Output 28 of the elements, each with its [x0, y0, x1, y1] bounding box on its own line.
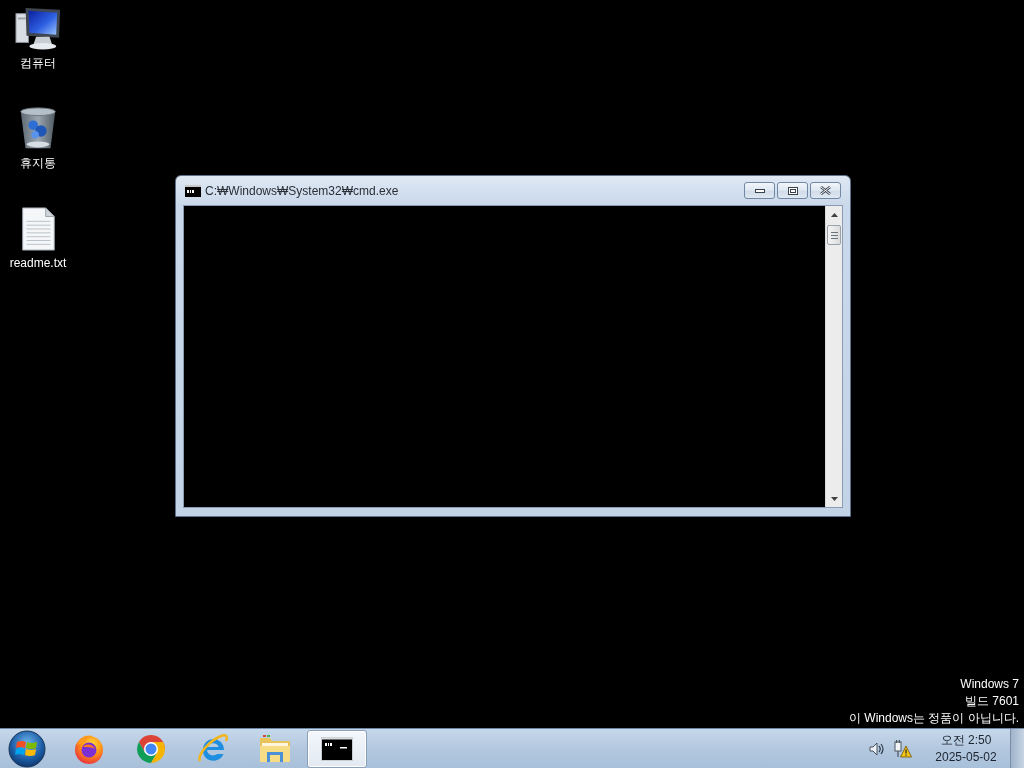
- activation-notice-text: 빌드 7601: [964, 693, 1019, 710]
- desktop-icon-label[interactable]: 컴퓨터: [20, 55, 56, 71]
- maximize-button[interactable]: [777, 182, 808, 199]
- terminal-icon[interactable]: [321, 736, 353, 761]
- down-arrow-icon: [830, 496, 838, 501]
- activation-notice-text: Windows 7: [960, 676, 1019, 693]
- terminal-icon: [185, 184, 201, 197]
- tray-clock[interactable]: 오전 2:50 2025-05-02: [930, 731, 1002, 766]
- speaker-icon[interactable]: [869, 740, 885, 757]
- close-button[interactable]: [810, 182, 841, 199]
- activation-notice-text: 이 Windows는 정품이 아닙니다.: [849, 710, 1019, 727]
- desktop-icon-label[interactable]: readme.txt: [9, 255, 67, 271]
- minimize-icon: [754, 188, 765, 193]
- network-warning-icon[interactable]: [894, 739, 912, 758]
- taskbar-button[interactable]: [307, 729, 367, 768]
- maximize-icon: [787, 186, 798, 195]
- computer-icon[interactable]: [15, 6, 61, 52]
- desktop-icon-label[interactable]: 휴지통: [20, 155, 56, 171]
- windows-logo-icon[interactable]: [8, 729, 46, 768]
- scroll-thumb[interactable]: [827, 225, 841, 245]
- up-arrow-icon: [830, 212, 838, 217]
- close-icon: [820, 186, 831, 195]
- folder-icon[interactable]: [258, 732, 292, 765]
- window-title: C:₩Windows₩System32₩cmd.exe: [205, 183, 399, 198]
- firefox-icon[interactable]: [73, 732, 105, 765]
- scrollbar[interactable]: [825, 206, 842, 507]
- minimize-button[interactable]: [744, 182, 775, 199]
- chrome-icon[interactable]: [135, 732, 167, 765]
